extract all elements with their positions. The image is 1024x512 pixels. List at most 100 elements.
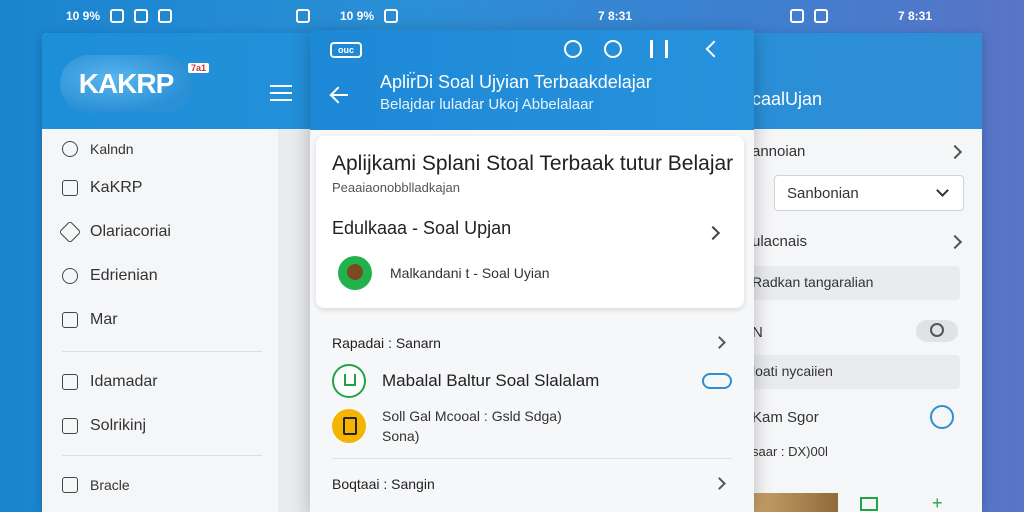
main-app-window: ouc Aplir̈Di Soal Ujyian Terbaakdelajar …	[310, 30, 754, 512]
divider	[62, 351, 262, 352]
drawer-item-label: Idamadar	[90, 373, 158, 390]
row-label: annoian	[752, 143, 806, 160]
right-app-window: caalUjan annoian Sanbonian ulacnais Radk…	[752, 33, 982, 512]
right-app-title: caalUjan	[752, 89, 823, 109]
status-bar-center: 10 9%	[296, 0, 399, 32]
status-text: 10 9%	[340, 9, 375, 23]
drawer-item-label: Mar	[90, 311, 118, 328]
link-icon[interactable]	[702, 373, 732, 389]
wrench-icon	[62, 268, 78, 284]
settings-row[interactable]: ulacnais	[752, 233, 982, 250]
status-clock: 7 8:31	[898, 9, 933, 23]
bookmark-icon[interactable]	[650, 40, 668, 58]
drawer-item[interactable]: Solrikinj	[62, 417, 146, 435]
status-bar-right: 7 8:31	[790, 0, 932, 32]
notification-icon	[814, 9, 828, 23]
right-app-header: caalUjan	[752, 33, 982, 129]
refresh-icon[interactable]	[564, 40, 582, 58]
drawer-item[interactable]: Olariacoriai	[58, 220, 171, 244]
card-title: Aplijkami Splani Stoal Terbaak tutur Bel…	[332, 152, 734, 175]
status-text: 10 9%	[66, 9, 101, 23]
square-icon	[62, 418, 78, 434]
chevron-right-icon[interactable]	[705, 225, 721, 241]
chevron-right-icon	[947, 234, 963, 249]
lock-icon	[332, 364, 366, 398]
toggle-switch[interactable]	[916, 320, 958, 342]
avatar-label: Malkandani t - Soal Uyian	[390, 265, 550, 281]
drawer-item-label: Solrikinj	[90, 417, 147, 434]
row-label: ulacnais	[752, 233, 808, 250]
settings-row[interactable]: annoian	[752, 143, 982, 160]
list-item-line: Sona)	[382, 428, 420, 444]
thumbnail-image	[752, 493, 838, 512]
page-title: Aplir̈Di Soal Ujyian Terbaakdelajar	[380, 72, 652, 92]
menu-icon[interactable]	[270, 85, 292, 101]
drawer-item[interactable]: Mar	[62, 311, 118, 329]
info-field: loati nycaiien	[752, 355, 960, 389]
logo-badge: 7a1	[188, 63, 210, 73]
drawer-item-label: KaKRP	[90, 179, 143, 196]
select-value: Sanbonian	[787, 185, 859, 202]
drawer-item[interactable]: Bracle	[62, 477, 130, 493]
avatar[interactable]	[338, 256, 372, 290]
logo-text: KAKRP	[78, 68, 175, 99]
search-icon[interactable]	[604, 40, 622, 58]
status-clock: 7 8:31	[598, 9, 633, 23]
chevron-right-icon[interactable]	[713, 336, 726, 349]
timer-icon[interactable]	[930, 405, 954, 429]
folder-icon	[62, 477, 78, 493]
notification-icon	[158, 9, 173, 23]
status-bar-left: 10 9%	[66, 0, 173, 32]
document-icon	[332, 409, 366, 443]
add-icon[interactable]: +	[932, 494, 943, 512]
share-icon[interactable]	[705, 40, 723, 58]
featured-card: Aplijkami Splani Stoal Terbaak tutur Bel…	[316, 136, 744, 308]
row-label: saar : DX)00l	[752, 444, 828, 459]
notification-icon	[296, 9, 310, 23]
list-item[interactable]: Soll Gal Mcooal : Gsld Sdga) Sona)	[332, 406, 732, 446]
book-icon[interactable]	[860, 497, 878, 511]
tag-icon	[58, 220, 82, 244]
card-subtitle: Peaaiaonobblladkajan	[332, 180, 460, 195]
settings-row: saar : DX)00l	[752, 444, 982, 459]
home-icon	[62, 312, 78, 328]
section-header[interactable]: Boqtaai : Sangin	[332, 476, 435, 492]
drawer-item[interactable]: KaKRP	[62, 179, 142, 197]
list-item[interactable]: Mabalal Baltur Soal Slalalam	[332, 364, 732, 398]
drawer-item-label: Edrienian	[90, 267, 158, 284]
field-text: Radkan tangaralian	[752, 274, 874, 290]
divider	[62, 455, 262, 456]
circle-icon	[62, 141, 78, 157]
row-label: Kam Sgor	[752, 409, 819, 426]
drawer-item-label: Bracle	[90, 477, 130, 493]
list-item-label: Soll Gal Mcooal : Gsld Sdga) Sona)	[382, 406, 562, 446]
drawer-item-label: Kalndn	[90, 141, 134, 157]
list-item-line: Soll Gal Mcooal : Gsld Sdga)	[382, 408, 562, 424]
notification-icon	[110, 9, 125, 23]
info-field: Radkan tangaralian	[752, 266, 960, 300]
section-header[interactable]: Rapadai : Sanarn	[332, 335, 441, 351]
navigation-drawer: Kalndn KaKRP Olariacoriai Edrienian Mar …	[42, 129, 278, 512]
field-text: loati nycaiien	[752, 363, 833, 379]
divider	[332, 458, 732, 459]
card-link[interactable]: Edulkaaa - Soal Upjan	[332, 218, 511, 239]
chevron-right-icon	[947, 144, 963, 159]
status-bar-center-right: 7 8:31	[598, 0, 632, 32]
chevron-right-icon[interactable]	[713, 477, 726, 490]
toggle-knob	[930, 323, 944, 337]
list-item-label: Mabalal Baltur Soal Slalalam	[382, 371, 600, 390]
bottom-bar: +	[752, 491, 982, 512]
app-badge: ouc	[330, 42, 362, 58]
drawer-item-label: Olariacoriai	[90, 223, 171, 240]
notification-icon	[384, 9, 399, 23]
mail-icon	[62, 374, 78, 390]
drawer-item[interactable]: Edrienian	[62, 267, 158, 285]
page-subtitle: Belajdar luladar Ukoj Abbelalaar	[380, 96, 594, 113]
notification-icon	[134, 9, 149, 23]
bookmark-icon	[62, 180, 78, 196]
dropdown-select[interactable]: Sanbonian	[774, 175, 964, 211]
chevron-down-icon	[936, 184, 949, 197]
drawer-item[interactable]: Idamadar	[62, 373, 158, 391]
drawer-item[interactable]: Kalndn	[62, 141, 134, 157]
back-arrow-icon[interactable]	[330, 86, 348, 104]
